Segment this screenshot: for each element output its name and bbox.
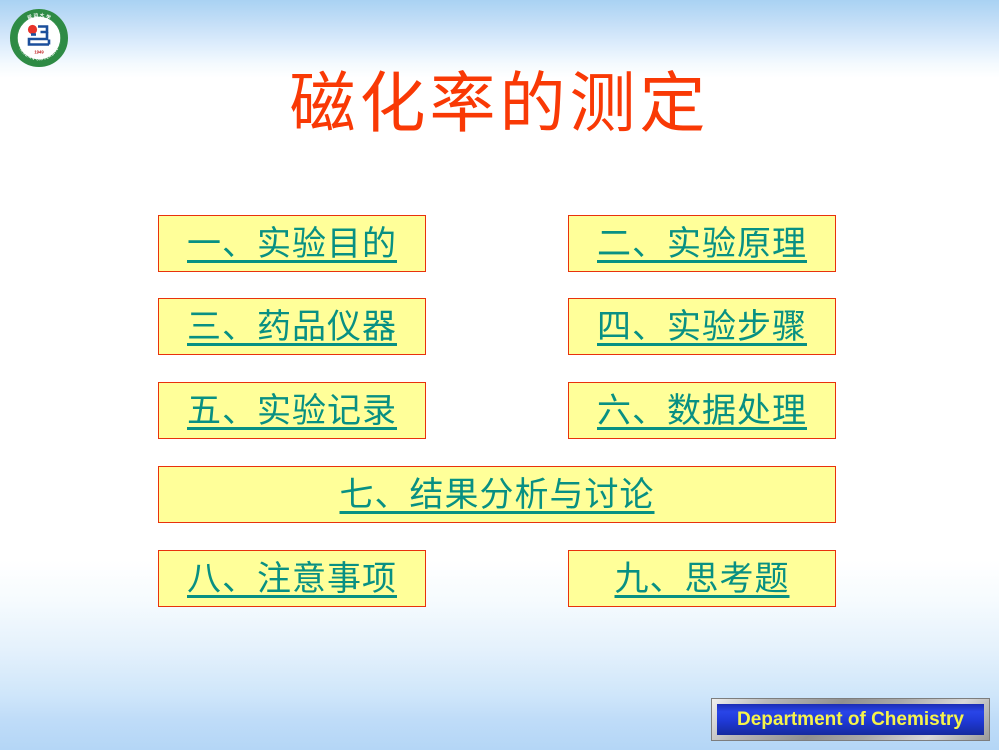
menu-button-section-2[interactable]: 二、实验原理 <box>568 215 836 272</box>
yanbian-university-logo: 延 边 大 学 YANBIAN UNIVERSITY 1949 <box>9 8 69 68</box>
svg-text:1949: 1949 <box>34 50 44 55</box>
university-seal-icon: 延 边 大 学 YANBIAN UNIVERSITY 1949 <box>10 9 68 67</box>
slide-canvas: 延 边 大 学 YANBIAN UNIVERSITY 1949 磁化率的测定 一… <box>0 0 999 750</box>
menu-button-label: 五、实验记录 <box>187 390 397 431</box>
menu-button-section-1[interactable]: 一、实验目的 <box>158 215 426 272</box>
department-banner-label: Department of Chemistry <box>737 708 964 730</box>
menu-button-section-3[interactable]: 三、药品仪器 <box>158 298 426 355</box>
menu-button-section-8[interactable]: 八、注意事项 <box>158 550 426 607</box>
menu-button-label: 六、数据处理 <box>597 390 807 431</box>
menu-button-label: 一、实验目的 <box>187 223 397 264</box>
menu-button-label: 七、结果分析与讨论 <box>339 474 655 515</box>
menu-button-label: 八、注意事项 <box>187 558 397 599</box>
menu-button-label: 九、思考题 <box>614 558 790 599</box>
menu-button-section-7[interactable]: 七、结果分析与讨论 <box>158 466 836 523</box>
menu-button-label: 三、药品仪器 <box>187 306 397 347</box>
department-banner: Department of Chemistry <box>711 698 990 741</box>
menu-button-section-4[interactable]: 四、实验步骤 <box>568 298 836 355</box>
menu-row: 一、实验目的 二、实验原理 <box>158 215 836 272</box>
menu-button-section-5[interactable]: 五、实验记录 <box>158 382 426 439</box>
page-title: 磁化率的测定 <box>289 65 710 142</box>
department-banner-inner: Department of Chemistry <box>717 704 984 735</box>
menu-row: 三、药品仪器 四、实验步骤 <box>158 298 836 355</box>
section-menu: 一、实验目的 二、实验原理 三、药品仪器 四、实验步骤 五、实验记录 六、数据处… <box>158 215 836 608</box>
menu-button-section-6[interactable]: 六、数据处理 <box>568 382 836 439</box>
menu-row: 八、注意事项 九、思考题 <box>158 550 836 607</box>
menu-row: 五、实验记录 六、数据处理 <box>158 382 836 439</box>
menu-button-section-9[interactable]: 九、思考题 <box>568 550 836 607</box>
menu-button-label: 四、实验步骤 <box>597 306 807 347</box>
menu-row: 七、结果分析与讨论 <box>158 466 836 523</box>
menu-button-label: 二、实验原理 <box>597 223 807 264</box>
